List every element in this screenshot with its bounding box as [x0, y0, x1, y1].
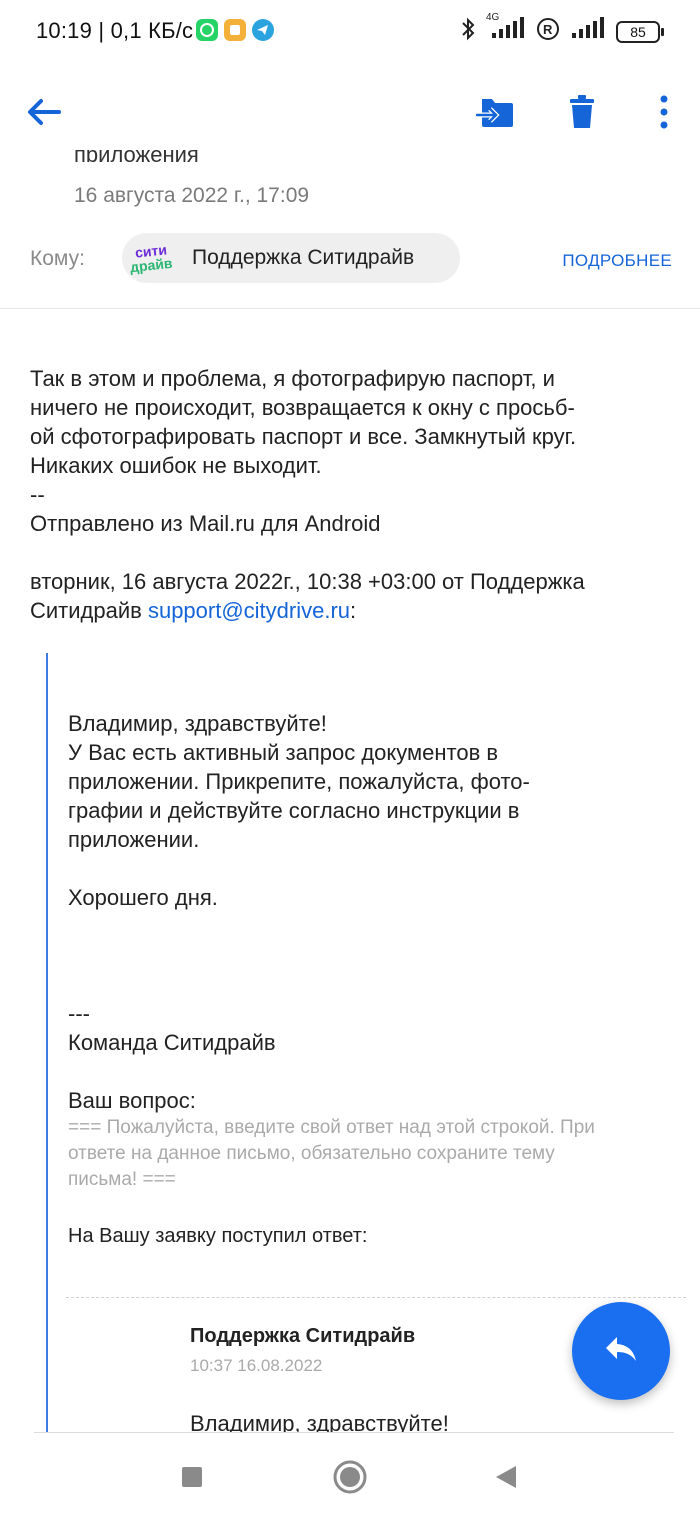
body-line: ничего не происходит, возвращается к окн… [30, 395, 575, 420]
citydrive-logo: сити драйв [129, 241, 173, 276]
to-label: Кому: [30, 247, 85, 270]
quote-header-line: Ситидрайв support@citydrive.ru: [30, 598, 357, 623]
signature-separator: -- [30, 482, 45, 507]
quote-gray-line: ответе на данное письмо, обязательно сох… [68, 1143, 555, 1164]
subject-partial: приложения [74, 142, 199, 162]
quote-line: графии и действуйте согласно инструкции … [68, 798, 520, 823]
content-bottom-divider [34, 1432, 674, 1433]
header-divider [0, 308, 700, 309]
more-options-button[interactable] [634, 78, 694, 150]
message-body: Так в этом и проблема, я фотографирую па… [30, 364, 680, 625]
inner-sender: Поддержка Ситидрайв [190, 1325, 416, 1347]
recipient-chip[interactable]: сити драйв Поддержка Ситидрайв [122, 233, 460, 283]
quote-gray-line: === Пожалуйста, введите свой ответ над э… [68, 1117, 595, 1138]
quote-line: приложении. Прикрепите, пожалуйста, фото… [68, 769, 530, 794]
status-bar: 10:19 | 0,1 КБ/с 4G R 85 [0, 0, 700, 64]
notes-app-icon [224, 19, 246, 41]
quote-header-line: вторник, 16 августа 2022г., 10:38 +03:00… [30, 569, 585, 594]
network-type: 4G [486, 12, 500, 23]
battery-indicator: 85 [616, 20, 664, 43]
move-to-folder-button[interactable] [466, 78, 526, 150]
quote-answer-received: На Вашу заявку поступил ответ: [68, 1225, 368, 1247]
trash-icon [567, 94, 597, 135]
registered-icon: R [536, 17, 560, 46]
status-right: 4G R 85 [460, 12, 664, 47]
support-email-link[interactable]: support@citydrive.ru [148, 598, 350, 623]
inner-greeting: Владимир, здравствуйте! [190, 1411, 449, 1433]
back-triangle-icon [494, 1464, 518, 1495]
signature-line: Отправлено из Mail.ru для Android [30, 511, 381, 536]
reply-icon [603, 1334, 639, 1369]
more-vert-icon [659, 95, 669, 134]
quote-team: Команда Ситидрайв [68, 1030, 276, 1055]
whatsapp-icon [196, 19, 218, 41]
quote-your-question: Ваш вопрос: [68, 1088, 196, 1113]
body-line: ой сфотографировать паспорт и все. Замкн… [30, 424, 577, 449]
details-link[interactable]: ПОДРОБНЕЕ [562, 251, 672, 271]
back-arrow-icon [26, 97, 62, 132]
nav-back-button[interactable] [486, 1459, 526, 1499]
home-button[interactable] [330, 1459, 370, 1499]
body-line: Никаких ошибок не выходит. [30, 453, 322, 478]
back-button[interactable] [14, 78, 74, 150]
telegram-icon [252, 19, 274, 41]
quote-line: У Вас есть активный запрос документов в [68, 740, 499, 765]
status-app-icons [196, 19, 274, 41]
quote-gray-line: письма! === [68, 1169, 176, 1190]
recipient-name: Поддержка Ситидрайв [192, 246, 415, 269]
signal-icon [570, 16, 606, 47]
quote-greeting: Владимир, здравствуйте! [68, 711, 327, 736]
reply-fab-button[interactable] [572, 1302, 670, 1400]
svg-text:R: R [543, 22, 553, 37]
delete-button[interactable] [552, 78, 612, 150]
quote-divider [66, 1297, 686, 1298]
home-circle-icon [333, 1460, 367, 1499]
status-time-speed: 10:19 | 0,1 КБ/с [36, 18, 194, 43]
body-line: Так в этом и проблема, я фотографирую па… [30, 366, 555, 391]
message-date: 16 августа 2022 г., 17:09 [74, 184, 310, 207]
bluetooth-icon [460, 16, 476, 47]
move-to-folder-icon [475, 95, 516, 134]
signal-icon: 4G [486, 12, 526, 47]
quote-line: приложении. [68, 827, 200, 852]
quote-separator: --- [68, 1001, 90, 1026]
recents-button[interactable] [172, 1459, 212, 1499]
system-nav-bar [0, 1437, 700, 1517]
quote-good-day: Хорошего дня. [68, 885, 218, 910]
recents-square-icon [181, 1466, 203, 1493]
inner-time: 10:37 16.08.2022 [190, 1356, 323, 1375]
